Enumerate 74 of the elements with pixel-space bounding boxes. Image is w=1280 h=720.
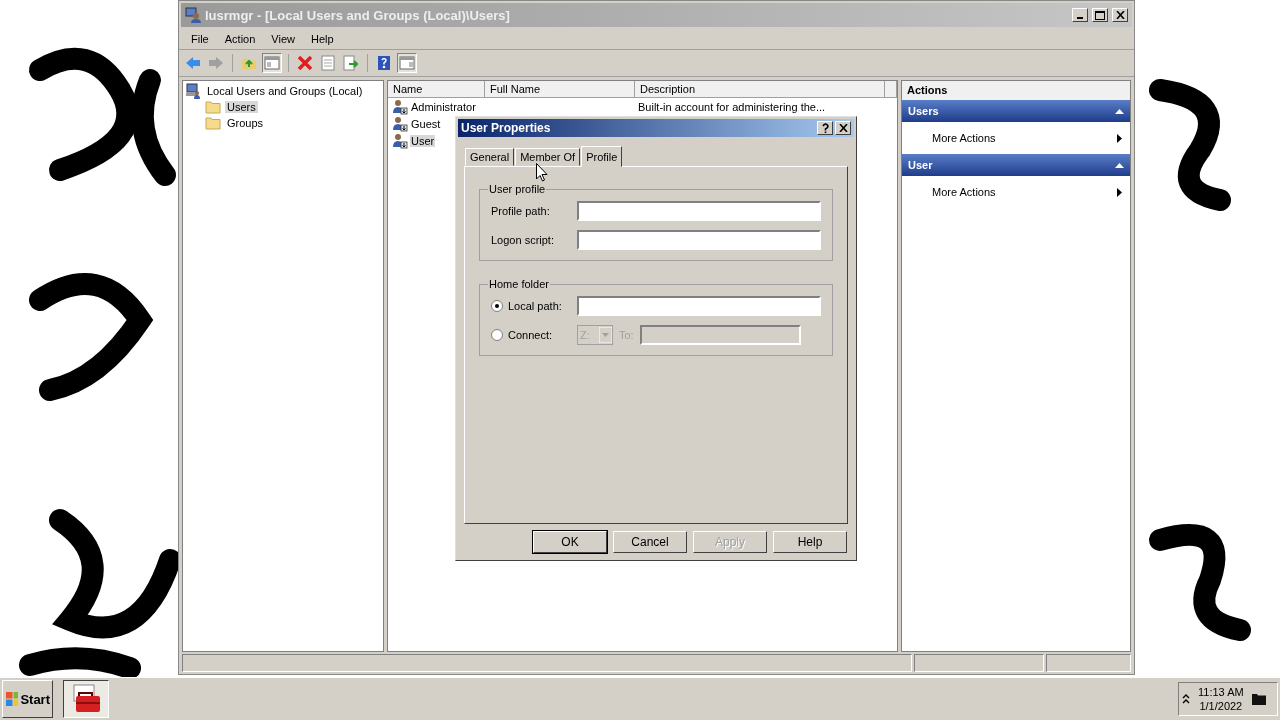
delete-button[interactable] <box>295 53 315 73</box>
user-name[interactable]: User <box>410 134 436 147</box>
show-hidden-icons-icon[interactable] <box>1182 694 1190 704</box>
submenu-arrow-icon <box>1117 133 1122 143</box>
export-button[interactable] <box>341 53 361 73</box>
close-icon <box>1115 11 1125 19</box>
collapse-icon <box>1115 108 1124 114</box>
menu-item[interactable]: View <box>263 33 303 45</box>
tab[interactable]: General <box>465 148 515 166</box>
close-icon <box>838 124 848 132</box>
input-field[interactable] <box>577 201 821 221</box>
section-header[interactable]: Users <box>902 100 1130 122</box>
app-icon <box>185 7 201 23</box>
radio-option[interactable]: Local path: <box>491 300 562 312</box>
dialog-button[interactable]: OK <box>533 531 607 553</box>
collapse-icon <box>1115 162 1124 168</box>
tab[interactable]: Profile <box>581 146 623 167</box>
actions-title: Actions <box>902 81 1130 100</box>
submenu-arrow-icon <box>1117 187 1122 197</box>
start-button[interactable]: Start <box>2 680 53 718</box>
action-link[interactable]: More Actions <box>932 186 996 198</box>
radio-button[interactable] <box>491 300 503 312</box>
dialog-button[interactable]: Help <box>773 531 847 553</box>
description-cell: Built-in account for administering the... <box>638 100 826 113</box>
tab[interactable]: Member Of <box>515 148 581 166</box>
help-icon <box>821 123 829 133</box>
input-field[interactable] <box>577 230 821 250</box>
column-header[interactable]: Name <box>388 81 485 98</box>
properties-button[interactable] <box>318 53 338 73</box>
window-title: lusrmgr - [Local Users and Groups (Local)\Users] <box>205 7 511 23</box>
close-button[interactable] <box>1112 8 1128 22</box>
column-header[interactable]: Full Name <box>485 81 635 98</box>
folder-icon[interactable] <box>1251 693 1266 705</box>
dropdown-arrow-icon <box>599 327 612 343</box>
group-label: Home folder <box>488 278 550 290</box>
menu-item[interactable]: File <box>183 33 217 45</box>
radio-option[interactable]: Connect: <box>491 329 553 341</box>
close-button[interactable] <box>835 121 851 135</box>
column-header[interactable]: Description <box>635 81 885 98</box>
help-button[interactable] <box>817 121 833 135</box>
minimize-button[interactable] <box>1072 8 1088 22</box>
windows-logo-icon <box>5 691 19 707</box>
input-field[interactable] <box>577 296 821 316</box>
field-label: Logon script: <box>491 234 554 246</box>
toolbox-icon <box>70 684 102 714</box>
maximize-icon <box>1095 10 1105 20</box>
section-header[interactable]: User <box>902 154 1130 176</box>
user-icon <box>392 115 408 132</box>
taskbar-button[interactable] <box>63 680 109 718</box>
folder-up-icon <box>241 56 257 70</box>
tree-item[interactable]: Users <box>225 101 258 113</box>
tree-item[interactable]: Groups <box>225 117 266 129</box>
field-label: Profile path: <box>491 205 550 217</box>
folder-icon <box>205 100 221 114</box>
user-name[interactable]: Guest <box>410 117 442 130</box>
dialog-button[interactable]: Cancel <box>613 531 687 553</box>
group-label: User profile <box>488 183 547 195</box>
folder-icon <box>205 116 221 130</box>
user-icon <box>392 98 408 115</box>
user-name[interactable]: Administrator <box>410 100 477 113</box>
menu-item[interactable]: Help <box>302 33 342 45</box>
tree-toggle-button[interactable] <box>262 53 282 73</box>
column-header[interactable] <box>885 81 897 98</box>
maximize-button[interactable] <box>1092 8 1108 22</box>
action-pane-toggle-button[interactable] <box>397 53 417 73</box>
dialog-title: User Properties <box>461 121 552 135</box>
radio-button[interactable] <box>491 329 503 341</box>
computer-users-icon <box>185 83 201 99</box>
action-link[interactable]: More Actions <box>932 132 996 144</box>
user-icon <box>392 132 408 149</box>
tree-item[interactable]: Local Users and Groups (Local) <box>205 85 365 97</box>
clock-date: 1/1/2022 <box>1199 699 1243 713</box>
menu-item[interactable]: Action <box>216 33 264 45</box>
clock-time: 11:13 AM <box>1198 685 1244 699</box>
